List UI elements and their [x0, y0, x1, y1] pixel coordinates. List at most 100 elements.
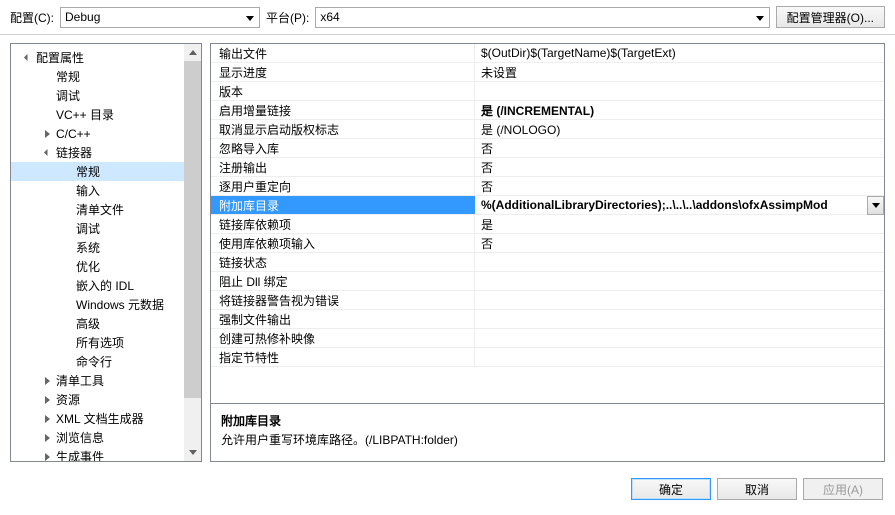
tree-item-label: 调试: [76, 220, 100, 237]
tree-item[interactable]: 高级: [11, 314, 184, 333]
property-name: 阻止 Dll 绑定: [211, 272, 475, 290]
tree-item-label: 常规: [56, 68, 80, 85]
property-row[interactable]: 将链接器警告视为错误: [211, 291, 884, 310]
tree-item[interactable]: 所有选项: [11, 333, 184, 352]
tree-item-label: 调试: [56, 87, 80, 104]
property-row[interactable]: 链接库依赖项是: [211, 215, 884, 234]
property-row[interactable]: 逐用户重定向否: [211, 177, 884, 196]
property-value[interactable]: %(AdditionalLibraryDirectories);..\..\..…: [475, 196, 884, 214]
property-row[interactable]: 强制文件输出: [211, 310, 884, 329]
property-value[interactable]: [475, 310, 884, 328]
property-name: 逐用户重定向: [211, 177, 475, 195]
property-name: 显示进度: [211, 63, 475, 81]
property-value[interactable]: [475, 253, 884, 271]
property-row[interactable]: 指定节特性: [211, 348, 884, 367]
property-row[interactable]: 链接状态: [211, 253, 884, 272]
config-tree[interactable]: 配置属性常规调试VC++ 目录C/C++链接器常规输入清单文件调试系统优化嵌入的…: [11, 44, 184, 461]
expand-icon[interactable]: [41, 393, 54, 406]
property-value[interactable]: [475, 82, 884, 100]
expand-icon[interactable]: [41, 450, 54, 461]
property-value[interactable]: 未设置: [475, 63, 884, 81]
tree-item[interactable]: 配置属性: [11, 48, 184, 67]
property-row[interactable]: 注册输出否: [211, 158, 884, 177]
property-value[interactable]: [475, 329, 884, 347]
tree-item[interactable]: 输入: [11, 181, 184, 200]
expand-icon[interactable]: [41, 374, 54, 387]
property-value[interactable]: $(OutDir)$(TargetName)$(TargetExt): [475, 44, 884, 62]
property-row[interactable]: 附加库目录%(AdditionalLibraryDirectories);..\…: [211, 196, 884, 215]
tree-item-label: 清单文件: [76, 201, 124, 218]
property-name: 取消显示启动版权标志: [211, 120, 475, 138]
tree-item[interactable]: VC++ 目录: [11, 105, 184, 124]
footer: 确定 取消 应用(A): [0, 470, 895, 510]
property-row[interactable]: 取消显示启动版权标志是 (/NOLOGO): [211, 120, 884, 139]
expand-icon[interactable]: [41, 412, 54, 425]
tree-item[interactable]: 链接器: [11, 143, 184, 162]
tree-item[interactable]: 调试: [11, 86, 184, 105]
scroll-down-button[interactable]: [184, 444, 201, 461]
tree-item[interactable]: 调试: [11, 219, 184, 238]
tree-item-label: Windows 元数据: [76, 296, 164, 313]
property-value[interactable]: 是 (/INCREMENTAL): [475, 101, 884, 119]
collapse-icon[interactable]: [21, 51, 34, 64]
property-row[interactable]: 使用库依赖项输入否: [211, 234, 884, 253]
scroll-up-button[interactable]: [184, 44, 201, 61]
collapse-icon[interactable]: [41, 146, 54, 159]
tree-item[interactable]: 优化: [11, 257, 184, 276]
tree-item[interactable]: 浏览信息: [11, 428, 184, 447]
property-row[interactable]: 启用增量链接是 (/INCREMENTAL): [211, 101, 884, 120]
main: 配置属性常规调试VC++ 目录C/C++链接器常规输入清单文件调试系统优化嵌入的…: [0, 35, 895, 470]
tree-item[interactable]: 清单文件: [11, 200, 184, 219]
tree-item[interactable]: 系统: [11, 238, 184, 257]
property-value[interactable]: 否: [475, 177, 884, 195]
expand-icon[interactable]: [41, 127, 54, 140]
property-row[interactable]: 输出文件$(OutDir)$(TargetName)$(TargetExt): [211, 44, 884, 63]
ok-button[interactable]: 确定: [631, 478, 711, 500]
tree-scrollbar[interactable]: [184, 44, 201, 461]
platform-label: 平台(P):: [266, 9, 309, 26]
tree-item[interactable]: 常规: [11, 162, 184, 181]
property-value[interactable]: 是: [475, 215, 884, 233]
property-name: 忽略导入库: [211, 139, 475, 157]
scroll-track[interactable]: [184, 61, 201, 444]
tree-item[interactable]: XML 文档生成器: [11, 409, 184, 428]
property-row[interactable]: 版本: [211, 82, 884, 101]
cancel-button[interactable]: 取消: [717, 478, 797, 500]
property-name: 版本: [211, 82, 475, 100]
property-value[interactable]: [475, 291, 884, 309]
expand-icon[interactable]: [41, 431, 54, 444]
config-manager-button[interactable]: 配置管理器(O)...: [776, 6, 885, 28]
property-value[interactable]: 否: [475, 158, 884, 176]
property-name: 启用增量链接: [211, 101, 475, 119]
tree-item[interactable]: C/C++: [11, 124, 184, 143]
property-value[interactable]: 否: [475, 139, 884, 157]
property-value[interactable]: [475, 272, 884, 290]
property-row[interactable]: 阻止 Dll 绑定: [211, 272, 884, 291]
apply-button: 应用(A): [803, 478, 883, 500]
property-name: 将链接器警告视为错误: [211, 291, 475, 309]
property-value[interactable]: 否: [475, 234, 884, 252]
tree-item[interactable]: 嵌入的 IDL: [11, 276, 184, 295]
property-value[interactable]: [475, 348, 884, 366]
tree-item-label: XML 文档生成器: [56, 410, 144, 427]
tree-item[interactable]: 清单工具: [11, 371, 184, 390]
platform-combo[interactable]: x64: [315, 7, 769, 28]
tree-item[interactable]: 资源: [11, 390, 184, 409]
tree-item-label: 配置属性: [36, 49, 84, 66]
tree-item[interactable]: 常规: [11, 67, 184, 86]
tree-item[interactable]: 生成事件: [11, 447, 184, 461]
tree-item[interactable]: Windows 元数据: [11, 295, 184, 314]
property-row[interactable]: 创建可热修补映像: [211, 329, 884, 348]
property-row[interactable]: 忽略导入库否: [211, 139, 884, 158]
tree-item-label: 优化: [76, 258, 100, 275]
config-combo[interactable]: Debug: [60, 7, 260, 28]
property-name: 指定节特性: [211, 348, 475, 366]
dropdown-button[interactable]: [867, 196, 884, 215]
property-row[interactable]: 显示进度未设置: [211, 63, 884, 82]
tree-item-label: C/C++: [56, 127, 91, 141]
tree-item-label: 所有选项: [76, 334, 124, 351]
property-name: 创建可热修补映像: [211, 329, 475, 347]
property-grid[interactable]: 输出文件$(OutDir)$(TargetName)$(TargetExt)显示…: [210, 43, 885, 404]
tree-item[interactable]: 命令行: [11, 352, 184, 371]
property-value[interactable]: 是 (/NOLOGO): [475, 120, 884, 138]
